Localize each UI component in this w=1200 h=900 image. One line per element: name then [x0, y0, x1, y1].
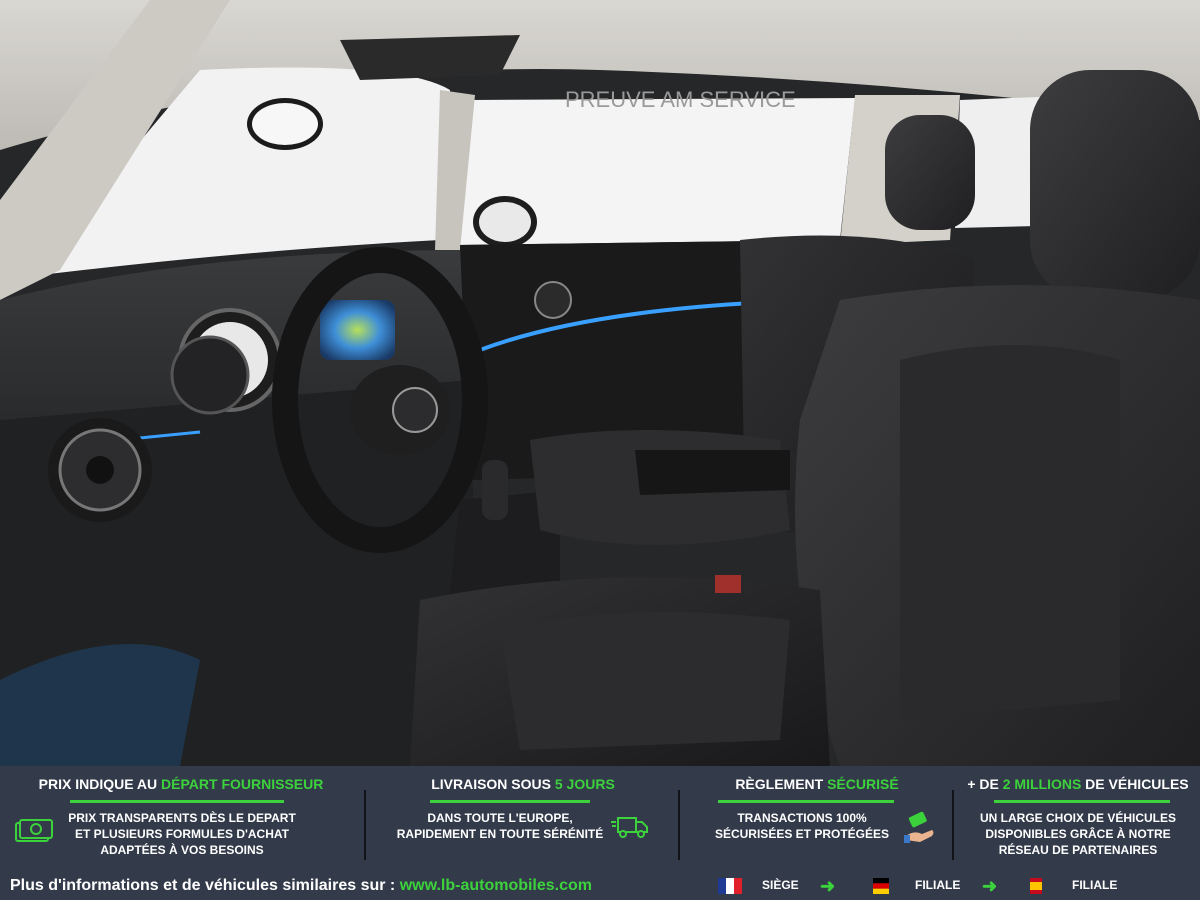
arrow-right-icon: ➜ — [982, 876, 998, 896]
feature-title-highlight: SÉCURISÉ — [827, 776, 899, 792]
car-interior-photo: PREUVE AM SERVICE — [0, 0, 1200, 766]
payment-hand-icon — [902, 810, 938, 851]
feature-vehicle-choice: + DE 2 MILLIONS DE VÉHICULES UN LARGE CH… — [956, 766, 1200, 870]
feature-title: PRIX INDIQUE AU DÉPART FOURNISSEUR — [0, 776, 362, 792]
feature-secure-payment: RÈGLEMENT SÉCURISÉ TRANSACTIONS 100% SÉC… — [682, 766, 952, 870]
feature-line: DISPONIBLES GRÂCE À NOTRE — [985, 827, 1171, 841]
feature-line: SÉCURISÉES ET PROTÉGÉES — [714, 827, 890, 841]
feature-title: + DE 2 MILLIONS DE VÉHICULES — [956, 776, 1200, 792]
feature-underline — [70, 800, 284, 803]
separator — [678, 790, 680, 860]
france-flag-icon — [717, 878, 743, 894]
separator — [364, 790, 366, 860]
feature-title-text: PRIX INDIQUE AU — [38, 776, 162, 792]
entity-label: FILIALE — [1072, 878, 1118, 892]
website-link[interactable]: www.lb-automobiles.com — [400, 877, 592, 894]
feature-title-highlight: DÉPART FOURNISSEUR — [161, 776, 324, 792]
feature-delivery: LIVRAISON SOUS 5 JOURS DANS TOUTE L'EURO… — [368, 766, 678, 870]
entity-label: SIÈGE — [762, 878, 799, 892]
feature-line: RAPIDEMENT EN TOUTE SÉRÉNITÉ — [396, 827, 604, 841]
feature-title-text: + DE — [967, 776, 1003, 792]
feature-title: RÈGLEMENT SÉCURISÉ — [682, 776, 952, 792]
footer-text: Plus d'informations et de véhicules simi… — [10, 877, 400, 894]
feature-title-text: RÈGLEMENT — [735, 776, 828, 792]
feature-line: PRIX TRANSPARENTS DÈS LE DEPART — [68, 811, 296, 825]
footer-info: Plus d'informations et de véhicules simi… — [0, 872, 1200, 900]
feature-underline — [430, 800, 590, 803]
separator — [952, 790, 954, 860]
delivery-truck-icon — [610, 812, 650, 845]
watermark-text: PREUVE AM SERVICE — [565, 87, 796, 112]
money-icon — [14, 818, 54, 851]
feature-line: DANS TOUTE L'EUROPE, — [427, 811, 573, 825]
feature-line: ET PLUSIEURS FORMULES D'ACHAT — [75, 827, 289, 841]
feature-title-highlight: 5 JOURS — [554, 776, 615, 792]
feature-title-text: LIVRAISON SOUS — [431, 776, 555, 792]
arrow-right-icon: ➜ — [820, 876, 836, 896]
feature-underline — [994, 800, 1170, 803]
bottom-banner: PRIX INDIQUE AU DÉPART FOURNISSEUR PRIX … — [0, 766, 1200, 900]
feature-title-text: DE VÉHICULES — [1081, 776, 1189, 792]
feature-underline — [718, 800, 894, 803]
feature-title: LIVRAISON SOUS 5 JOURS — [368, 776, 678, 792]
feature-line: UN LARGE CHOIX DE VÉHICULES — [979, 811, 1177, 825]
feature-departure-price: PRIX INDIQUE AU DÉPART FOURNISSEUR PRIX … — [0, 766, 362, 870]
feature-line: TRANSACTIONS 100% — [737, 811, 867, 825]
germany-flag-icon — [868, 878, 894, 894]
feature-title-highlight: 2 MILLIONS — [1002, 776, 1082, 792]
entity-label: FILIALE — [915, 878, 961, 892]
spain-flag-icon — [1023, 878, 1049, 894]
feature-line: ADAPTÉES À VOS BESOINS — [100, 843, 264, 857]
feature-line: RÉSEAU DE PARTENAIRES — [998, 843, 1158, 857]
